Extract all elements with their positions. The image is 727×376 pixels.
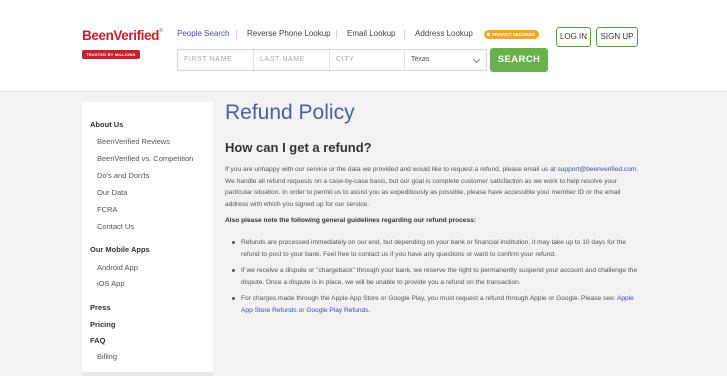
sidebar-item-vs-competition[interactable]: BeenVerified vs. Competition <box>97 154 193 163</box>
sidebar-item-billing[interactable]: Billing <box>97 352 117 361</box>
site-header: BeenVerified® TRUSTED BY MILLIONS People… <box>0 0 727 92</box>
support-email-link[interactable]: support@beenverified.com <box>557 166 636 173</box>
state-select[interactable]: Texas <box>405 50 487 70</box>
last-name-input[interactable]: LAST NAME <box>254 50 330 70</box>
bullet-icon <box>232 241 235 244</box>
nav-divider <box>336 30 337 39</box>
sidebar-heading-about-us[interactable]: About Us <box>90 120 123 129</box>
sidebar-item-android-app[interactable]: Android App <box>97 263 138 272</box>
logo-wordmark: BeenVerified® <box>82 28 163 43</box>
sidebar-item-faq[interactable]: FAQ <box>90 336 105 345</box>
intro-paragraph: If you are unhappy with our service or t… <box>225 166 639 208</box>
privacy-secured-badge: PRIVACY SECURED <box>484 30 539 39</box>
sidebar-item-ios-app[interactable]: iOS App <box>97 279 125 288</box>
sidebar-item-reviews[interactable]: BeenVerified Reviews <box>97 137 170 146</box>
list-item: Refunds are processed immediately on our… <box>232 237 643 261</box>
sidebar-item-press[interactable]: Press <box>90 303 110 312</box>
list-item: For charges made through the Apple App S… <box>232 293 643 317</box>
list-item: If we receive a dispute or "chargeback" … <box>232 265 643 289</box>
login-button[interactable]: LOG IN <box>556 27 591 47</box>
nav-email-lookup[interactable]: Email Lookup <box>347 29 395 38</box>
nav-reverse-phone-lookup[interactable]: Reverse Phone Lookup <box>247 29 331 38</box>
sidebar-scroll-edge <box>82 372 213 376</box>
nav-divider <box>404 30 405 39</box>
sidebar-item-dos-and-donts[interactable]: Do's and Don'ts <box>97 171 149 180</box>
nav-address-lookup[interactable]: Address Lookup <box>415 29 473 38</box>
sidebar-item-pricing[interactable]: Pricing <box>90 320 115 329</box>
nav-people-search[interactable]: People Search <box>177 29 229 38</box>
sidebar-nav: About Us BeenVerified Reviews BeenVerifi… <box>82 102 213 376</box>
sidebar-heading-mobile-apps[interactable]: Our Mobile Apps <box>90 245 150 254</box>
state-select-value: Texas <box>411 56 430 63</box>
sidebar-item-contact-us[interactable]: Contact Us <box>97 222 134 231</box>
google-refunds-link[interactable]: Google Play Refunds <box>306 307 368 314</box>
city-input[interactable]: CITY <box>330 50 405 70</box>
page-title: Refund Policy <box>225 101 355 124</box>
bullet-icon <box>232 297 235 300</box>
search-button[interactable]: SEARCH <box>490 48 548 72</box>
lock-icon <box>487 33 490 37</box>
section-heading: How can I get a refund? <box>225 140 372 155</box>
chevron-down-icon <box>472 55 481 64</box>
nav-divider <box>236 30 237 39</box>
trusted-badge: TRUSTED BY MILLIONS <box>82 50 140 59</box>
bullet-icon <box>232 269 235 272</box>
guidelines-note: Also please note the following general g… <box>225 217 476 224</box>
sidebar-item-fcra[interactable]: FCRA <box>97 205 117 214</box>
first-name-input[interactable]: FIRST NAME <box>178 50 254 70</box>
beenverified-logo[interactable]: BeenVerified® TRUSTED BY MILLIONS <box>82 28 163 61</box>
people-search-form: FIRST NAME LAST NAME CITY Texas <box>177 49 487 71</box>
sidebar-item-our-data[interactable]: Our Data <box>97 188 127 197</box>
signup-button[interactable]: SIGN UP <box>596 27 638 47</box>
